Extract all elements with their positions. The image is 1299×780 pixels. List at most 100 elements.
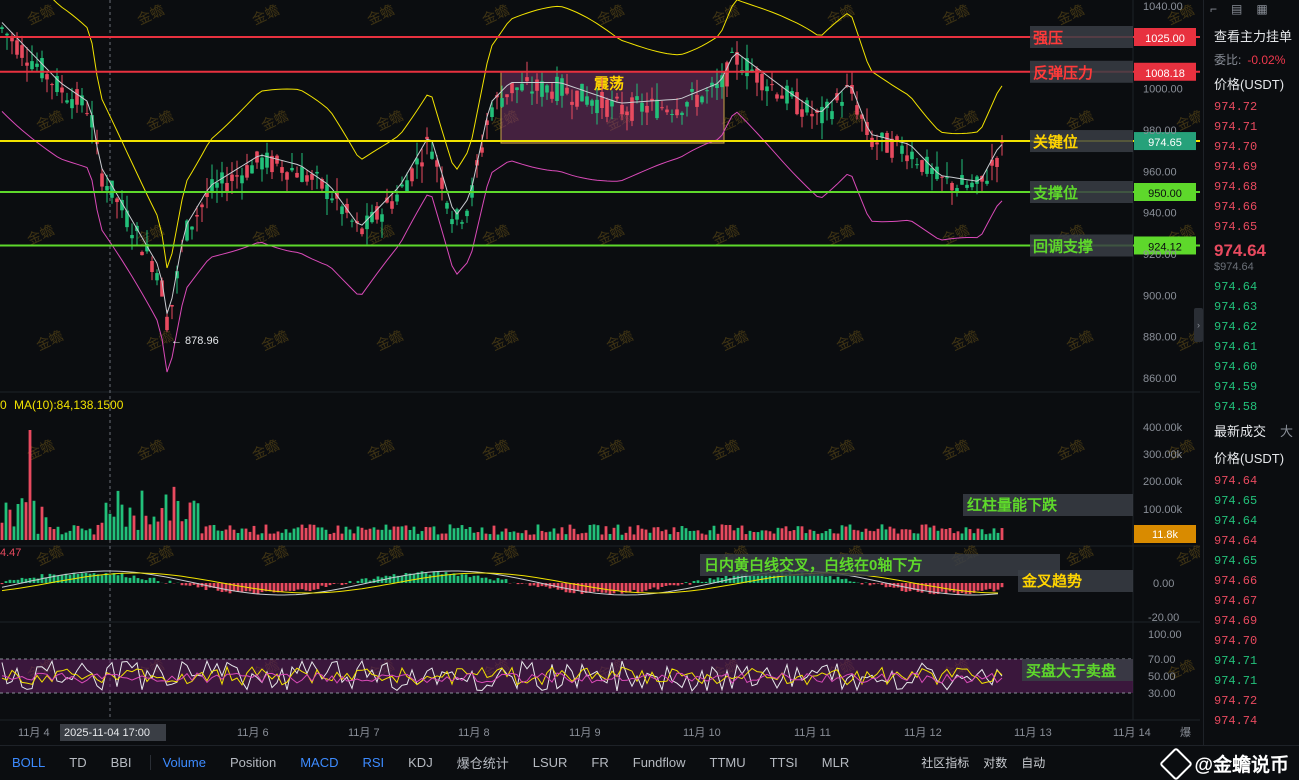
volume-bar [649, 533, 652, 540]
volume-bar [53, 529, 56, 540]
bid-list: 974.64974.63974.62974.61974.60974.59974.… [1204, 277, 1299, 417]
tab-position[interactable]: Position [218, 755, 288, 770]
macd-bar [29, 578, 32, 583]
bid-row[interactable]: 974.64 [1204, 277, 1299, 297]
volume-bar [489, 534, 492, 540]
macd-bar [157, 581, 160, 583]
volume-bar [717, 534, 720, 540]
volume-bar [321, 527, 324, 540]
tab-bbi[interactable]: BBI [99, 755, 144, 770]
layout-icon[interactable]: ▤ [1231, 2, 1242, 20]
volume-bar [365, 530, 368, 540]
volume-bar [577, 534, 580, 540]
candle-body [100, 173, 104, 186]
volume-bar [861, 532, 864, 540]
candle-body [560, 78, 564, 96]
tab-kdj[interactable]: KDJ [396, 755, 445, 770]
volume-bar [437, 534, 440, 540]
bid-row[interactable]: 974.62 [1204, 317, 1299, 337]
watermark-text: 金蟾 [480, 436, 512, 462]
candle-body [675, 109, 679, 115]
bid-row[interactable]: 974.61 [1204, 337, 1299, 357]
toolbar-社区指标[interactable]: 社区指标 [921, 754, 969, 771]
ask-row[interactable]: 974.70 [1204, 137, 1299, 157]
ask-row[interactable]: 974.65 [1204, 217, 1299, 237]
tab-lsur[interactable]: LSUR [521, 755, 580, 770]
macd-bar [85, 573, 88, 583]
tab-mlr[interactable]: MLR [810, 755, 861, 770]
tab-ttsi[interactable]: TTSI [758, 755, 810, 770]
ask-row[interactable]: 974.71 [1204, 117, 1299, 137]
chart-area[interactable]: 金蟾金蟾金蟾金蟾金蟾金蟾金蟾金蟾金蟾金蟾金蟾金蟾金蟾金蟾金蟾金蟾金蟾金蟾金蟾金蟾… [0, 0, 1200, 745]
tab-macd[interactable]: MACD [288, 755, 350, 770]
tab-volume[interactable]: Volume [150, 755, 218, 770]
level-label: 强压 [1033, 30, 1063, 47]
ask-row[interactable]: 974.72 [1204, 97, 1299, 117]
toolbar-自动[interactable]: 自动 [1021, 754, 1045, 771]
volume-bar [141, 491, 144, 540]
volume-bar [561, 527, 564, 540]
volume-bar [29, 430, 32, 540]
tab-boll[interactable]: BOLL [0, 755, 57, 770]
volume-bar [245, 529, 248, 540]
candle-body [870, 138, 874, 147]
volume-bar [425, 527, 428, 540]
volume-bar [953, 533, 956, 540]
collapse-panel-handle[interactable]: › [1194, 308, 1203, 342]
volume-bar [249, 532, 252, 540]
ask-row[interactable]: 974.66 [1204, 197, 1299, 217]
volume-bar [497, 535, 500, 540]
candle-body [130, 235, 134, 238]
bid-row[interactable]: 974.59 [1204, 377, 1299, 397]
macd-bar [925, 583, 928, 590]
macd-bar [449, 575, 452, 583]
bid-row[interactable]: 974.58 [1204, 397, 1299, 417]
volume-bar [633, 534, 636, 540]
watermark-text: 金蟾 [25, 221, 57, 247]
volume-bar [737, 528, 740, 540]
volume-bar [177, 501, 180, 540]
volume-bar [221, 531, 224, 540]
toolbar-对数[interactable]: 对数 [983, 754, 1007, 771]
macd-bar [365, 578, 368, 583]
volume-bar [985, 534, 988, 540]
volume-bar [581, 533, 584, 540]
pin-icon[interactable]: ⌐ [1210, 2, 1217, 20]
macd-bar [113, 573, 116, 583]
latest-trades-header[interactable]: 最新成交大 [1204, 417, 1299, 444]
bid-row[interactable]: 974.60 [1204, 357, 1299, 377]
tab-td[interactable]: TD [57, 755, 98, 770]
volume-bar [865, 529, 868, 540]
watermark-text: 金蟾 [949, 107, 981, 133]
tab-fr[interactable]: FR [579, 755, 620, 770]
volume-bar [637, 525, 640, 540]
macd-bar [637, 583, 640, 593]
volume-bar [73, 525, 76, 540]
tab-ttmu[interactable]: TTMU [698, 755, 758, 770]
ask-row[interactable]: 974.69 [1204, 157, 1299, 177]
volume-bar [529, 535, 532, 540]
bid-row[interactable]: 974.63 [1204, 297, 1299, 317]
main-orders-link[interactable]: 查看主力挂单 [1204, 22, 1299, 49]
candle-body [670, 114, 674, 115]
volume-bar [877, 529, 880, 540]
volume-bar [725, 525, 728, 540]
volume-bar [341, 534, 344, 540]
volume-bar [413, 527, 416, 540]
watermark-text: 金蟾 [949, 327, 981, 353]
watermark-text: 金蟾 [489, 327, 521, 353]
candle-body [970, 183, 974, 187]
time-axis-cut: 爆 [1180, 725, 1191, 739]
volume-bar [173, 487, 176, 540]
kline-chart[interactable]: 金蟾金蟾金蟾金蟾金蟾金蟾金蟾金蟾金蟾金蟾金蟾金蟾金蟾金蟾金蟾金蟾金蟾金蟾金蟾金蟾… [0, 0, 1200, 745]
ask-row[interactable]: 974.68 [1204, 177, 1299, 197]
tab-rsi[interactable]: RSI [350, 755, 396, 770]
tab-fundflow[interactable]: Fundflow [621, 755, 698, 770]
candle-body [940, 177, 944, 178]
tab-爆仓统计[interactable]: 爆仓统计 [445, 753, 521, 772]
candle-body [85, 113, 89, 114]
brand-watermark: @金蟾说币 [1164, 750, 1289, 777]
macd-bar [305, 583, 308, 591]
grid-icon[interactable]: ▦ [1256, 2, 1267, 20]
candle-body [985, 181, 989, 184]
